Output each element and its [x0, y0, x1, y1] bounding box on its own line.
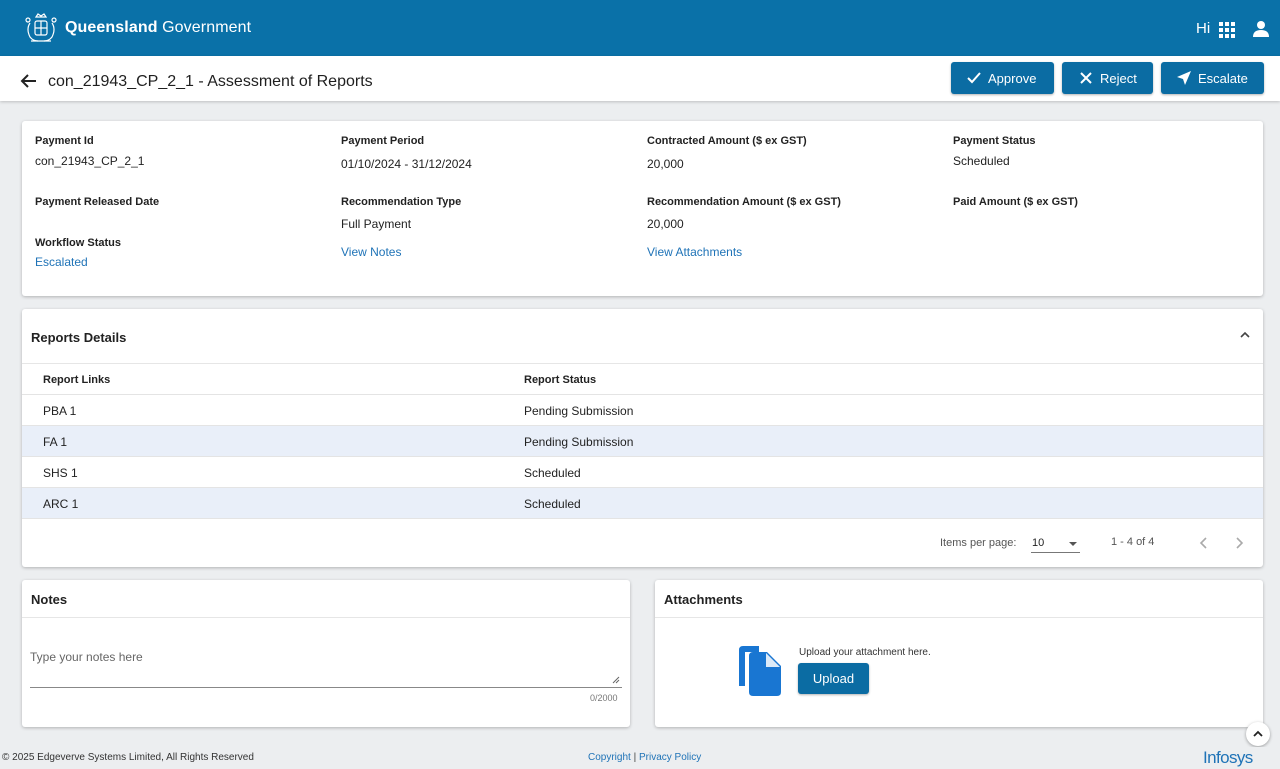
notes-card: Notes 0/2000	[22, 580, 630, 727]
payment-period-label: Payment Period	[341, 135, 425, 147]
footer: © 2025 Edgeverve Systems Limited, All Ri…	[0, 747, 1280, 769]
attachments-header: Attachments	[655, 580, 1263, 618]
resize-grip-icon[interactable]	[612, 676, 620, 684]
reports-details-card: Reports Details Report Links Report Stat…	[22, 309, 1263, 567]
report-link-cell[interactable]: PBA 1	[43, 404, 76, 418]
payment-status-label: Payment Status	[953, 135, 1036, 147]
notes-header: Notes	[22, 580, 630, 618]
page-title-bar: con_21943_CP_2_1 - Assessment of Reports…	[0, 56, 1280, 101]
footer-separator: |	[630, 752, 639, 763]
pagination-range: 1 - 4 of 4	[1111, 536, 1155, 548]
report-link-cell[interactable]: ARC 1	[43, 497, 78, 511]
chevron-left-icon[interactable]	[1198, 536, 1210, 550]
top-bar: Queensland Government Hi	[0, 0, 1280, 56]
brand-title-rest: Government	[157, 19, 252, 36]
escalate-label: Escalate	[1198, 70, 1248, 86]
payment-period-value: 01/10/2024 - 31/12/2024	[341, 157, 472, 171]
payment-status-value: Scheduled	[953, 154, 1010, 168]
items-per-page-value: 10	[1032, 537, 1045, 549]
report-status-cell: Scheduled	[524, 497, 581, 511]
greeting-text: Hi	[1196, 20, 1211, 37]
recommendation-type-value: Full Payment	[341, 217, 412, 231]
table-header-row: Report Links Report Status	[22, 364, 1263, 395]
contracted-amount-value: 20,000	[647, 157, 684, 171]
approve-button[interactable]: Approve	[951, 62, 1054, 94]
chevron-right-icon[interactable]	[1233, 536, 1245, 550]
report-link-cell[interactable]: FA 1	[43, 435, 67, 449]
attachments-card: Attachments Upload your attachment here.…	[655, 580, 1263, 727]
send-icon	[1177, 71, 1191, 85]
scroll-to-top-button[interactable]	[1246, 722, 1270, 746]
copyright-link[interactable]: Copyright	[588, 752, 631, 763]
brand[interactable]: Queensland Government	[22, 11, 251, 45]
check-icon	[967, 72, 981, 84]
payment-released-date-label: Payment Released Date	[35, 196, 160, 208]
footer-links: Copyright | Privacy Policy	[588, 752, 701, 763]
paid-amount-label: Paid Amount ($ ex GST)	[953, 196, 1078, 208]
upload-hint: Upload your attachment here.	[799, 647, 931, 658]
arrow-back-icon[interactable]	[20, 72, 38, 90]
close-icon	[1080, 72, 1092, 84]
column-header-report-status[interactable]: Report Status	[524, 374, 596, 386]
approve-label: Approve	[988, 70, 1037, 86]
table-row[interactable]: ARC 1 Scheduled	[22, 488, 1263, 519]
recommendation-type-label: Recommendation Type	[341, 196, 462, 208]
page-title: con_21943_CP_2_1 - Assessment of Reports	[48, 73, 373, 90]
reject-label: Reject	[1100, 70, 1137, 86]
recommendation-amount-label: Recommendation Amount ($ ex GST)	[647, 196, 841, 208]
workflow-status-link[interactable]: Escalated	[35, 255, 88, 269]
view-notes-link[interactable]: View Notes	[341, 245, 401, 259]
privacy-policy-link[interactable]: Privacy Policy	[639, 752, 701, 763]
view-attachments-link[interactable]: View Attachments	[647, 245, 742, 259]
file-copy-icon	[739, 646, 781, 696]
caret-down-icon	[1069, 542, 1077, 546]
payment-id-label: Payment Id	[35, 135, 94, 147]
report-status-cell: Pending Submission	[524, 404, 634, 418]
items-per-page-select[interactable]: 10	[1031, 533, 1080, 553]
notes-textarea[interactable]	[30, 650, 622, 688]
workflow-status-label: Workflow Status	[35, 237, 121, 249]
copyright-text: © 2025 Edgeverve Systems Limited, All Ri…	[2, 752, 254, 763]
table-row[interactable]: SHS 1 Scheduled	[22, 457, 1263, 488]
attachments-title: Attachments	[664, 592, 743, 607]
reject-button[interactable]: Reject	[1062, 62, 1153, 94]
brand-title: Queensland Government	[65, 19, 251, 37]
notes-character-counter: 0/2000	[590, 693, 618, 703]
chevron-up-icon	[1253, 730, 1263, 737]
report-status-cell: Scheduled	[524, 466, 581, 480]
reports-header[interactable]: Reports Details	[22, 309, 1263, 364]
queensland-crest-icon	[25, 13, 57, 42]
notes-title: Notes	[31, 592, 68, 607]
contracted-amount-label: Contracted Amount ($ ex GST)	[647, 135, 807, 147]
column-header-report-links[interactable]: Report Links	[43, 374, 110, 386]
payment-id-value: con_21943_CP_2_1	[35, 154, 145, 168]
escalate-button[interactable]: Escalate	[1161, 62, 1264, 94]
report-status-cell: Pending Submission	[524, 435, 634, 449]
apps-grid-icon[interactable]	[1219, 22, 1235, 38]
table-row[interactable]: PBA 1 Pending Submission	[22, 395, 1263, 426]
report-link-cell[interactable]: SHS 1	[43, 466, 78, 480]
payment-info-card: Payment Id con_21943_CP_2_1 Payment Peri…	[22, 121, 1263, 296]
infosys-nia-logo: Infosys NIA	[1203, 748, 1253, 769]
recommendation-amount-value: 20,000	[647, 217, 684, 231]
table-row[interactable]: FA 1 Pending Submission	[22, 426, 1263, 457]
items-per-page-label: Items per page:	[940, 537, 1017, 549]
reports-title: Reports Details	[31, 330, 127, 345]
user-icon[interactable]	[1252, 20, 1270, 38]
upload-button[interactable]: Upload	[798, 663, 869, 694]
brand-title-bold: Queensland	[65, 19, 158, 36]
chevron-up-icon[interactable]	[1238, 328, 1252, 342]
